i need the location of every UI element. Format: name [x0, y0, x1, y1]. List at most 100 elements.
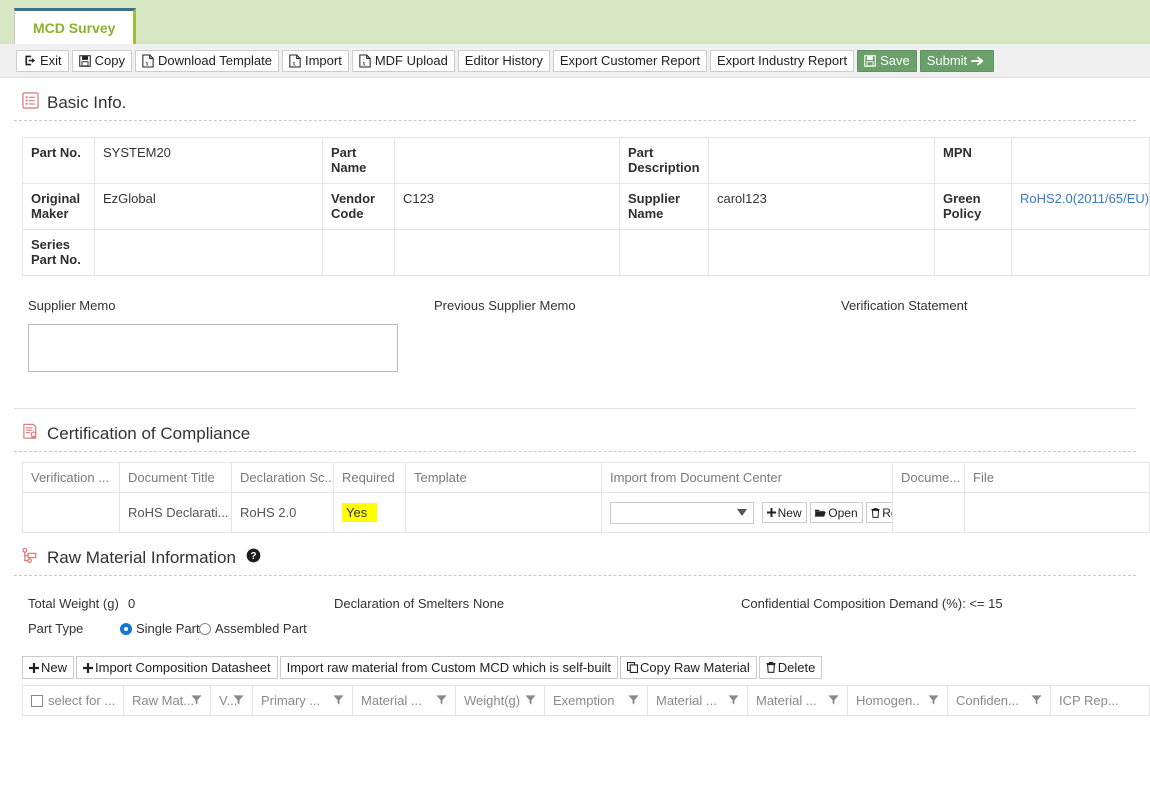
cell-file — [964, 492, 1150, 533]
empty-value-a[interactable] — [394, 229, 620, 276]
filter-icon[interactable] — [728, 693, 739, 708]
save-disk-icon — [78, 54, 91, 67]
document-center-select[interactable] — [610, 501, 754, 524]
import-custom-mcd-button[interactable]: Import raw material from Custom MCD whic… — [279, 656, 618, 679]
help-circle-icon[interactable]: ? — [246, 548, 261, 568]
export-industry-report-button[interactable]: Export Industry Report — [710, 49, 855, 72]
col-raw-material[interactable]: Raw Mat... — [123, 685, 211, 716]
col-homogeneous[interactable]: Homogen.. — [847, 685, 948, 716]
new-raw-material-button[interactable]: New — [22, 656, 75, 679]
part-description-label: Part Description — [619, 137, 709, 184]
part-name-value[interactable] — [394, 137, 620, 184]
cell-document-title: RoHS Declarati... — [119, 492, 232, 533]
mdf-upload-button[interactable]: x MDF Upload — [351, 49, 455, 72]
green-policy-value[interactable]: RoHS2.0(2011/65/EU) — [1011, 183, 1150, 230]
cell-declaration-scope: RoHS 2.0 — [231, 492, 334, 533]
import-composition-datasheet-button[interactable]: Import Composition Datasheet — [76, 656, 278, 679]
radio-single-part[interactable] — [120, 623, 132, 635]
cell-template — [405, 492, 602, 533]
export-customer-report-button[interactable]: Export Customer Report — [552, 49, 707, 72]
supplier-name-label: Supplier Name — [619, 183, 709, 230]
delete-raw-material-button[interactable]: Delete — [758, 656, 823, 679]
certificate-icon — [22, 423, 39, 445]
col-material-1[interactable]: Material ... — [352, 685, 456, 716]
mpn-value[interactable] — [1011, 137, 1150, 184]
col-confidential[interactable]: Confiden... — [947, 685, 1051, 716]
filter-icon[interactable] — [628, 693, 639, 708]
import-button[interactable]: x Import — [281, 49, 349, 72]
filter-icon[interactable] — [233, 693, 244, 708]
mpn-label: MPN — [934, 137, 1012, 184]
col-primary[interactable]: Primary ... — [252, 685, 353, 716]
col-file: File — [964, 462, 1150, 493]
memo-section: Supplier Memo Previous Supplier Memo Ver… — [0, 298, 1150, 408]
filter-icon[interactable] — [191, 693, 202, 708]
col-material-1-label: Material ... — [361, 693, 422, 708]
col-material-2[interactable]: Material ... — [647, 685, 748, 716]
download-template-button[interactable]: x Download Template — [135, 49, 279, 72]
supplier-memo-input[interactable] — [28, 324, 398, 372]
save-button[interactable]: Save — [857, 49, 917, 72]
radio-assembled-part[interactable] — [199, 623, 211, 635]
col-select-for-label: select for ... — [48, 693, 116, 708]
required-badge: Yes — [342, 503, 378, 522]
chevron-down-icon — [737, 509, 747, 516]
original-maker-label: Original Maker — [22, 183, 95, 230]
export-customer-report-label: Export Customer Report — [559, 53, 700, 68]
col-select-for[interactable]: select for ... — [22, 685, 124, 716]
part-type-radio-assembled[interactable]: Assembled Part — [199, 621, 307, 636]
part-no-value[interactable]: SYSTEM20 — [94, 137, 323, 184]
series-part-no-value[interactable] — [94, 229, 323, 276]
tab-bar: MCD Survey — [0, 0, 1150, 44]
col-v[interactable]: V... — [210, 685, 253, 716]
filter-icon[interactable] — [525, 693, 536, 708]
series-part-no-label: Series Part No. — [22, 229, 95, 276]
part-description-value[interactable] — [708, 137, 935, 184]
exit-label: Exit — [40, 53, 62, 68]
empty-value-c[interactable] — [1011, 229, 1150, 276]
tab-mcd-survey[interactable]: MCD Survey — [14, 8, 137, 44]
new-document-button[interactable]: New — [761, 502, 807, 523]
table-row: Original Maker EzGlobal Vendor Code C123… — [22, 183, 1150, 230]
filter-icon[interactable] — [436, 693, 447, 708]
filter-icon[interactable] — [333, 693, 344, 708]
part-type-radio-single[interactable]: Single Part — [120, 621, 200, 636]
reset-document-button[interactable]: Reset — [866, 502, 892, 523]
col-icp-report[interactable]: ICP Rep... — [1050, 685, 1150, 716]
trash-icon — [766, 662, 776, 673]
select-all-checkbox[interactable] — [31, 695, 43, 707]
arrow-right-icon — [971, 55, 985, 67]
cell-required: Yes — [333, 492, 406, 533]
col-exemption[interactable]: Exemption — [544, 685, 648, 716]
raw-material-meta: Total Weight (g) 0 Declaration of Smelte… — [0, 590, 1150, 652]
copy-raw-material-button[interactable]: Copy Raw Material — [619, 656, 757, 679]
col-material-3[interactable]: Material ... — [747, 685, 848, 716]
vendor-code-value[interactable]: C123 — [394, 183, 620, 230]
open-document-button[interactable]: Open — [810, 502, 863, 523]
supplier-name-value[interactable]: carol123 — [708, 183, 935, 230]
verification-statement-label: Verification Statement — [841, 298, 968, 313]
svg-text:x: x — [362, 60, 366, 67]
submit-button[interactable]: Submit — [919, 49, 995, 72]
submit-label: Submit — [926, 53, 968, 68]
editor-history-button[interactable]: Editor History — [457, 49, 550, 72]
editor-history-label: Editor History — [464, 53, 543, 68]
filter-icon[interactable] — [828, 693, 839, 708]
green-policy-link[interactable]: RoHS2.0(2011/65/EU) — [1020, 191, 1149, 206]
exit-button[interactable]: Exit — [16, 49, 69, 72]
delete-raw-material-label: Delete — [777, 660, 816, 675]
raw-material-heading: Raw Material Information ? — [0, 533, 1150, 575]
copy-button[interactable]: Copy — [71, 49, 133, 72]
col-raw-material-label: Raw Mat... — [132, 693, 195, 708]
exit-icon — [23, 54, 36, 67]
basic-info-title: Basic Info. — [47, 93, 127, 112]
col-weight[interactable]: Weight(g) — [455, 685, 545, 716]
basic-info-heading: Basic Info. — [0, 78, 1150, 120]
filter-icon[interactable] — [928, 693, 939, 708]
original-maker-value[interactable]: EzGlobal — [94, 183, 323, 230]
empty-value-b[interactable] — [708, 229, 935, 276]
filter-icon[interactable] — [1031, 693, 1042, 708]
cell-verification — [22, 492, 120, 533]
col-primary-label: Primary ... — [261, 693, 321, 708]
import-custom-mcd-label: Import raw material from Custom MCD whic… — [286, 660, 611, 675]
